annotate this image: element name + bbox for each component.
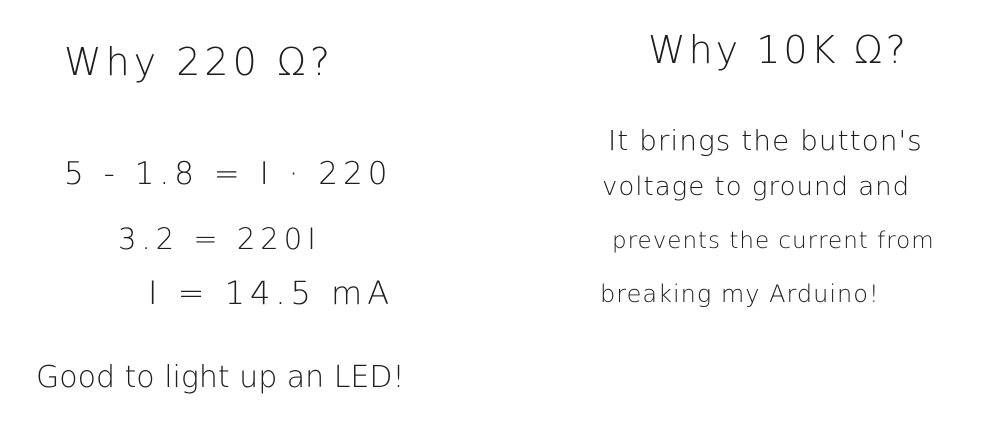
equation-line: I = 14.5 mA [148, 274, 395, 312]
equation-line: 5 - 1.8 = I · 220 [64, 156, 393, 192]
paragraph-line: breaking my Arduino! [600, 280, 880, 308]
left-footer-note: Good to light up an LED! [36, 360, 405, 395]
left-heading: Why 220 Ω? [64, 40, 335, 84]
right-heading: Why 10K Ω? [648, 28, 909, 72]
paragraph-line: It brings the button's [608, 124, 923, 157]
paragraph-line: voltage to ground and [602, 172, 911, 202]
equation-line: 3.2 = 220I [118, 222, 321, 256]
paragraph-line: prevents the current from [612, 228, 935, 254]
